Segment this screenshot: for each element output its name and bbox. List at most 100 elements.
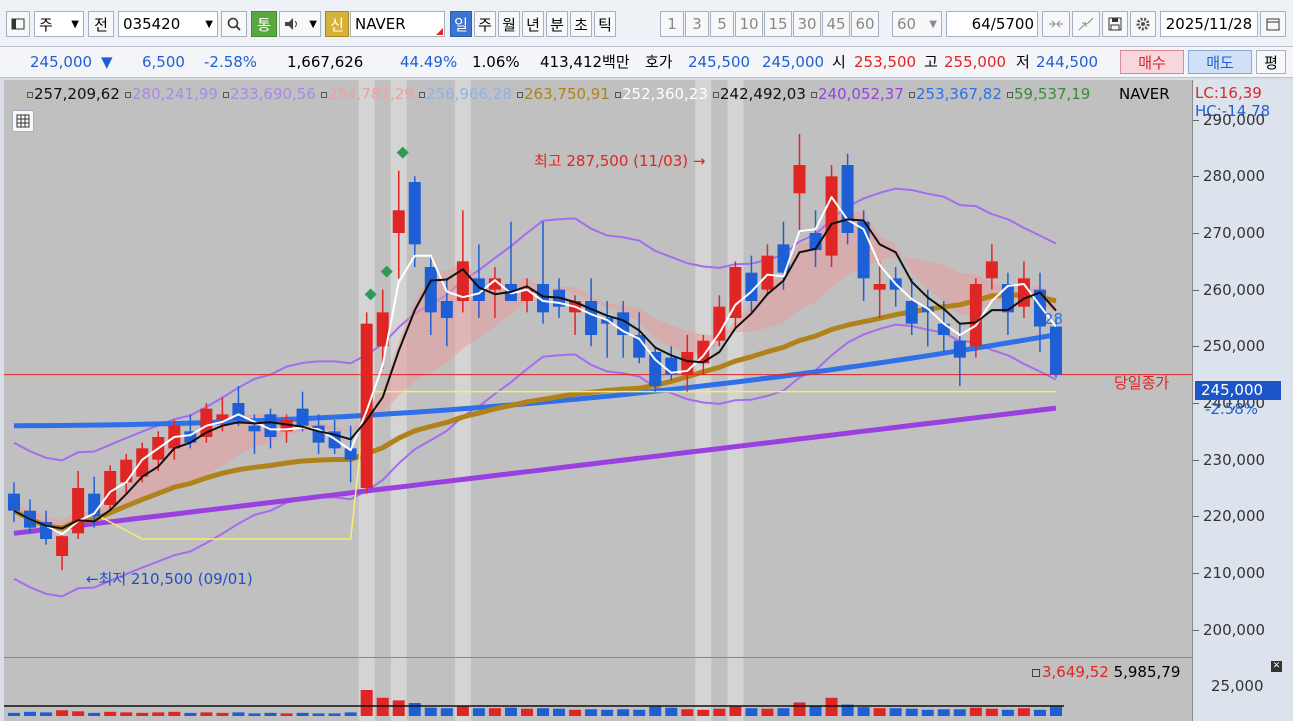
shin-button[interactable]: 신	[325, 11, 349, 37]
volume-bar-23	[376, 697, 389, 716]
y-tick-mark-9	[1193, 629, 1199, 631]
candle-body-25	[408, 182, 421, 245]
y-tick-mark-8	[1193, 573, 1199, 574]
y-tick-mark-7	[1193, 516, 1199, 518]
volume-bar-63	[1017, 708, 1030, 716]
y-tick-mark-0	[1193, 119, 1199, 121]
volume-bar-0	[8, 712, 20, 716]
candle-body-16	[264, 414, 277, 437]
interval-1[interactable]: 1	[660, 11, 684, 37]
interval-select[interactable]: 60 ▼	[892, 11, 942, 37]
chevron-down-icon: ▼	[309, 18, 317, 30]
legend-value-10: 59,537,19	[1014, 85, 1091, 103]
tab-3[interactable]: 년	[522, 11, 544, 37]
gear-icon	[1136, 17, 1150, 31]
price-axis: LC:16,39 HC:-14,78 290,000 280,000 270,000…	[1192, 80, 1292, 721]
volume-bar-51	[825, 697, 838, 716]
low-annotation: ←최저 210,500 (09/01)	[86, 570, 253, 588]
code-input[interactable]: 035420 ▼	[118, 11, 218, 37]
chart-canvas[interactable]	[4, 80, 1192, 721]
calendar-button[interactable]	[1260, 11, 1286, 37]
volume-bar-45	[729, 706, 742, 716]
speaker-icon	[285, 18, 297, 30]
highlight-column-2	[454, 80, 471, 721]
zoom-button[interactable]	[1072, 11, 1100, 37]
buy-button[interactable]: 매수	[1120, 50, 1184, 74]
y-tick-mark-6	[1193, 459, 1199, 461]
prefix-button[interactable]: 전	[88, 11, 114, 37]
sound-button[interactable]: ▼	[279, 11, 321, 37]
volume-bar-37	[601, 709, 614, 716]
interval-45[interactable]: 45	[822, 11, 850, 37]
interval-60[interactable]: 60	[851, 11, 879, 37]
y-tick-mark-3	[1193, 289, 1199, 291]
tab-5[interactable]: 초	[570, 11, 592, 37]
stock-chart[interactable]: 257,209,62 280,241,99 233,690,56 254,787,29…	[4, 80, 1292, 721]
legend-marker-8	[811, 92, 817, 98]
legend-value-4: 256,966,28	[426, 85, 512, 103]
tab-4[interactable]: 분	[546, 11, 568, 37]
volume-bar-54	[873, 708, 886, 716]
interval-3[interactable]: 3	[685, 11, 709, 37]
date-field[interactable]: 2025/11/28	[1160, 11, 1258, 37]
compress-button[interactable]	[1042, 11, 1070, 37]
period-unit-select[interactable]: 주 ▼	[34, 11, 84, 37]
flat-button[interactable]: 평	[1256, 50, 1286, 74]
corner-triangle-icon	[436, 28, 443, 35]
volume-bar-7	[120, 712, 133, 716]
volume-bar-50	[809, 706, 822, 716]
tab-6[interactable]: 틱	[594, 11, 616, 37]
interval-30[interactable]: 30	[793, 11, 821, 37]
trade-amount: 413,412백만	[540, 53, 630, 71]
volume-bar-14	[232, 712, 245, 716]
interval-10[interactable]: 10	[735, 11, 763, 37]
toolbar: 주 ▼ 전 035420 ▼ 통 ▼ 신 NAVER 일주월년분초틱 1 3 5 10…	[0, 0, 1293, 47]
volume-bar-19	[312, 713, 325, 716]
count-field[interactable]: 64/5700	[946, 11, 1038, 37]
trade-volume: 1,667,626	[287, 53, 364, 71]
interval-5[interactable]: 5	[710, 11, 734, 37]
legend-value-0: 257,209,62	[34, 85, 120, 103]
window-icon-glyph	[11, 18, 25, 30]
candle-body-59	[953, 340, 966, 358]
y-tick-2: 270,000	[1203, 224, 1266, 242]
expand-icon	[1078, 17, 1094, 31]
tong-button[interactable]: 통	[251, 11, 277, 37]
volume-bar-27	[440, 708, 453, 716]
open-price: 253,500	[854, 53, 917, 71]
count-total: /5700	[990, 15, 1034, 33]
tab-1[interactable]: 주	[474, 11, 496, 37]
settings-button[interactable]	[1130, 11, 1156, 37]
candle-body-6	[104, 471, 117, 505]
ask-price: 245,500	[688, 53, 751, 71]
save-button[interactable]	[1102, 11, 1128, 37]
volume-bar-26	[424, 707, 437, 716]
stock-name-field[interactable]: NAVER	[350, 11, 445, 37]
compress-icon	[1049, 20, 1063, 28]
volume-bar-18	[296, 712, 309, 716]
volume-bar-35	[569, 709, 582, 716]
interval-15[interactable]: 15	[764, 11, 792, 37]
search-button[interactable]	[221, 11, 247, 37]
last-pct-label: -2.58%	[1205, 400, 1259, 418]
volume-bar-30	[488, 708, 501, 716]
tab-2[interactable]: 월	[498, 11, 520, 37]
volume-bar-5	[88, 712, 101, 716]
grid-toggle-button[interactable]	[12, 110, 34, 132]
legend-marker-6	[615, 92, 621, 98]
chevron-down-icon: ▼	[205, 18, 213, 30]
volume-bar-31	[504, 707, 517, 716]
volume-bar-21	[344, 712, 357, 716]
collapse-icon[interactable]: ✕	[1271, 661, 1282, 672]
volume-bar-46	[745, 708, 758, 716]
tab-0[interactable]: 일	[450, 11, 472, 37]
candle-body-18	[296, 408, 309, 426]
window-icon[interactable]	[6, 11, 30, 37]
candle-body-54	[873, 284, 886, 290]
volume-bar-41	[665, 707, 678, 716]
volume-bar-20	[328, 713, 341, 716]
volume-bar-40	[649, 706, 662, 716]
interval-select-value: 60	[897, 15, 917, 33]
sell-button[interactable]: 매도	[1188, 50, 1252, 74]
current-price: 245,000	[30, 53, 93, 71]
